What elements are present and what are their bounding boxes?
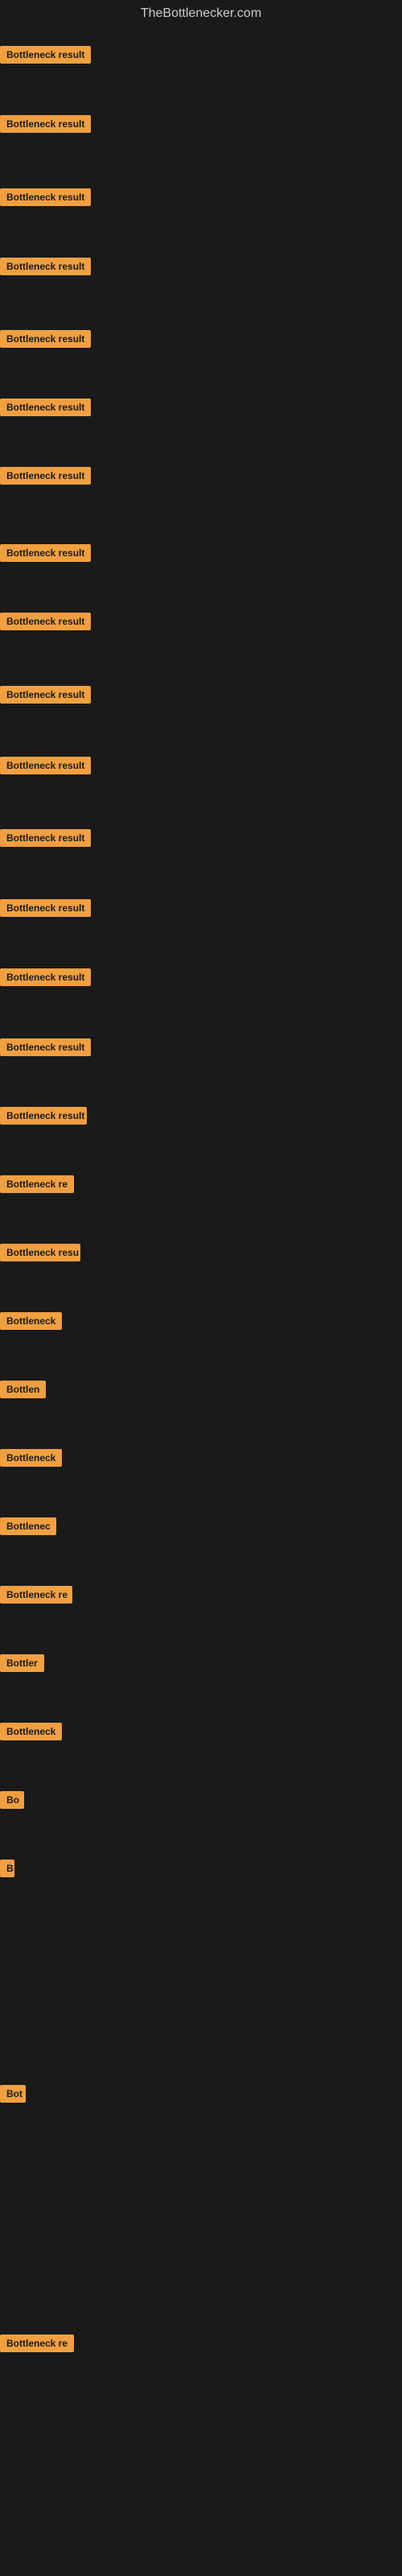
bottleneck-badge-7[interactable]: Bottleneck result	[0, 467, 91, 485]
bottleneck-item-21: Bottleneck	[0, 1449, 62, 1471]
bottleneck-badge-10[interactable]: Bottleneck result	[0, 686, 91, 704]
bottleneck-badge-12[interactable]: Bottleneck result	[0, 829, 91, 847]
bottleneck-badge-16[interactable]: Bottleneck result	[0, 1107, 87, 1125]
bottleneck-badge-2[interactable]: Bottleneck result	[0, 115, 91, 133]
bottleneck-item-24: Bottler	[0, 1654, 44, 1676]
bottleneck-badge-13[interactable]: Bottleneck result	[0, 899, 91, 917]
bottleneck-item-10: Bottleneck result	[0, 686, 91, 708]
bottleneck-badge-4[interactable]: Bottleneck result	[0, 258, 91, 275]
bottleneck-badge-6[interactable]: Bottleneck result	[0, 398, 91, 416]
bottleneck-item-19: Bottleneck	[0, 1312, 62, 1334]
bottleneck-item-27: B	[0, 1860, 14, 1881]
bottleneck-badge-21[interactable]: Bottleneck	[0, 1449, 62, 1467]
bottleneck-badge-33[interactable]: Bottleneck re	[0, 2334, 74, 2352]
bottleneck-item-14: Bottleneck result	[0, 968, 91, 990]
bottleneck-item-22: Bottlenec	[0, 1517, 56, 1539]
bottleneck-item-4: Bottleneck result	[0, 258, 91, 279]
bottleneck-badge-8[interactable]: Bottleneck result	[0, 544, 91, 562]
bottleneck-item-25: Bottleneck	[0, 1723, 62, 1744]
bottleneck-badge-20[interactable]: Bottlen	[0, 1381, 46, 1398]
bottleneck-item-1: Bottleneck result	[0, 46, 91, 68]
bottleneck-item-5: Bottleneck result	[0, 330, 91, 352]
bottleneck-badge-15[interactable]: Bottleneck result	[0, 1038, 91, 1056]
bottleneck-badge-23[interactable]: Bottleneck re	[0, 1586, 72, 1604]
bottleneck-item-17: Bottleneck re	[0, 1175, 74, 1197]
bottleneck-item-15: Bottleneck result	[0, 1038, 91, 1060]
bottleneck-badge-24[interactable]: Bottler	[0, 1654, 44, 1672]
bottleneck-badge-19[interactable]: Bottleneck	[0, 1312, 62, 1330]
bottleneck-item-16: Bottleneck result	[0, 1107, 87, 1129]
bottleneck-badge-3[interactable]: Bottleneck result	[0, 188, 91, 206]
bottleneck-item-26: Bo	[0, 1791, 24, 1813]
bottleneck-item-12: Bottleneck result	[0, 829, 91, 851]
bottleneck-item-6: Bottleneck result	[0, 398, 91, 420]
bottleneck-badge-17[interactable]: Bottleneck re	[0, 1175, 74, 1193]
bottleneck-badge-27[interactable]: B	[0, 1860, 14, 1877]
bottleneck-item-2: Bottleneck result	[0, 115, 91, 137]
bottleneck-item-30: Bot	[0, 2085, 26, 2107]
bottleneck-item-7: Bottleneck result	[0, 467, 91, 489]
bottleneck-item-8: Bottleneck result	[0, 544, 91, 566]
bottleneck-badge-14[interactable]: Bottleneck result	[0, 968, 91, 986]
bottleneck-badge-18[interactable]: Bottleneck resu	[0, 1244, 80, 1261]
bottleneck-item-33: Bottleneck re	[0, 2334, 74, 2356]
bottleneck-badge-5[interactable]: Bottleneck result	[0, 330, 91, 348]
bottleneck-badge-25[interactable]: Bottleneck	[0, 1723, 62, 1740]
bottleneck-item-13: Bottleneck result	[0, 899, 91, 921]
bottleneck-badge-22[interactable]: Bottlenec	[0, 1517, 56, 1535]
bottleneck-badge-30[interactable]: Bot	[0, 2085, 26, 2103]
bottleneck-item-20: Bottlen	[0, 1381, 46, 1402]
site-title: TheBottlenecker.com	[0, 0, 402, 27]
bottleneck-item-18: Bottleneck resu	[0, 1244, 80, 1265]
bottleneck-item-9: Bottleneck result	[0, 613, 91, 634]
bottleneck-item-3: Bottleneck result	[0, 188, 91, 210]
bottleneck-badge-1[interactable]: Bottleneck result	[0, 46, 91, 64]
bottleneck-item-11: Bottleneck result	[0, 757, 91, 778]
bottleneck-badge-9[interactable]: Bottleneck result	[0, 613, 91, 630]
bottleneck-badge-26[interactable]: Bo	[0, 1791, 24, 1809]
bottleneck-badge-11[interactable]: Bottleneck result	[0, 757, 91, 774]
bottleneck-item-23: Bottleneck re	[0, 1586, 72, 1608]
